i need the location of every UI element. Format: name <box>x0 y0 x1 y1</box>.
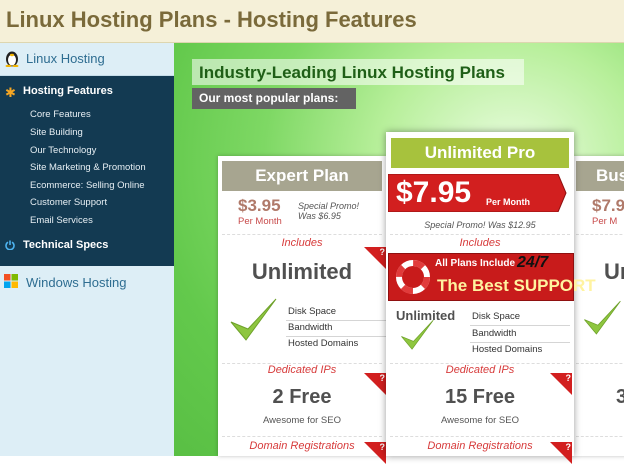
includes-label: Includes <box>281 237 323 249</box>
ips-value: 2 Free <box>272 386 332 408</box>
page-title: Linux Hosting Plans - Hosting Features <box>6 7 417 32</box>
feature-divider <box>286 320 386 321</box>
feature-divider <box>286 336 386 337</box>
lifebuoy-icon <box>396 260 430 294</box>
main-heading: Industry-Leading Linux Hosting Plans <box>192 59 524 85</box>
divider <box>576 363 624 364</box>
feature-divider <box>470 342 570 343</box>
includes-label: Includes <box>459 237 501 249</box>
sidebar-item-our-technology[interactable]: Our Technology <box>30 145 96 156</box>
plan-card-unlimited-pro: Unlimited Pro $7.95 Per Month Special Pr… <box>386 132 596 464</box>
banner-247-text: 24/7 <box>517 254 549 271</box>
sidebar-item-site-building[interactable]: Site Building <box>30 127 83 138</box>
sidebar-item-ecommerce[interactable]: Ecommerce: Selling Online <box>30 180 145 191</box>
plan-name: Unlimited Pro <box>391 138 569 168</box>
sidebar-item-linux-hosting[interactable]: Linux Hosting <box>0 43 174 76</box>
domain-registrations-label: Domain Registrations <box>249 440 355 452</box>
seo-note: Awesome for SEO <box>441 415 519 426</box>
feature-hosted-domains: Hosted Domains <box>472 344 543 355</box>
plan-per-month: Per Month <box>238 216 282 227</box>
power-icon <box>5 240 15 250</box>
sidebar-item-email-services[interactable]: Email Services <box>30 215 93 226</box>
checkmark-icon <box>401 319 434 350</box>
plan-price: $7.95 <box>396 176 472 209</box>
sidebar-item-windows-hosting[interactable]: Windows Hosting <box>0 266 174 300</box>
divider <box>222 234 382 235</box>
sidebar-section-technical-specs[interactable]: Technical Specs <box>23 239 108 251</box>
sidebar: Linux Hosting ✱ Hosting Features Core Fe… <box>0 43 174 456</box>
divider <box>576 436 624 437</box>
plan-per-month: Per M <box>592 216 618 227</box>
sidebar-item-label: Linux Hosting <box>26 51 105 66</box>
sub-heading-text: Our most popular plans: <box>199 91 339 105</box>
banner-top-text: All Plans Include <box>435 258 516 269</box>
promo-text: Special Promo! Was $12.95 <box>424 220 536 230</box>
info-badge[interactable]: ? <box>364 442 386 464</box>
main-heading-text: Industry-Leading Linux Hosting Plans <box>199 63 506 82</box>
storage-value: Ur <box>604 259 624 284</box>
feature-hosted-domains: Hosted Domains <box>288 338 359 349</box>
divider <box>222 436 382 437</box>
seo-note: Awesome for SEO <box>263 415 341 426</box>
divider <box>576 234 624 235</box>
ips-value: 3 <box>616 386 624 408</box>
dedicated-ips-label: Dedicated IPs <box>445 364 515 376</box>
promo-line1: Special Promo! <box>298 201 360 211</box>
info-badge-text: ? <box>565 442 572 452</box>
page-header: Linux Hosting Plans - Hosting Features <box>0 0 624 43</box>
feature-disk-space: Disk Space <box>288 306 337 317</box>
sub-heading: Our most popular plans: <box>192 88 356 109</box>
domain-registrations-label: Domain Registrations <box>427 440 533 452</box>
dedicated-ips-label: Dedicated IPs <box>267 364 337 376</box>
ips-value: 15 Free <box>444 386 516 408</box>
plan-card-business: Bus $7.9 Per M Ur 3 <box>572 156 624 456</box>
windows-icon <box>4 274 18 288</box>
tux-icon <box>5 51 19 67</box>
feature-bandwidth: Bandwidth <box>472 328 517 339</box>
support-banner[interactable]: All Plans Include 24/7 The Best SUPPORT <box>388 253 596 301</box>
plan-card-expert: Expert Plan $3.95 Per Month Special Prom… <box>218 156 386 464</box>
plan-price: $3.95 <box>238 196 281 215</box>
info-badge-text: ? <box>565 373 572 383</box>
storage-value: Unlimited <box>251 259 353 284</box>
info-badge[interactable]: ? <box>550 442 572 464</box>
plan-price: $7.9 <box>592 196 624 215</box>
sidebar-item-site-marketing[interactable]: Site Marketing & Promotion <box>30 162 146 173</box>
feature-disk-space: Disk Space <box>472 311 521 322</box>
divider <box>390 234 570 235</box>
sidebar-item-label: Windows Hosting <box>26 275 127 290</box>
feature-bandwidth: Bandwidth <box>288 322 333 333</box>
star-icon: ✱ <box>5 85 16 100</box>
checkmark-icon <box>230 298 277 341</box>
feature-divider <box>470 325 570 326</box>
info-badge-text: ? <box>379 247 386 257</box>
info-badge-text: ? <box>379 373 386 383</box>
sidebar-item-core-features[interactable]: Core Features <box>30 109 91 120</box>
plan-name: Bus <box>576 161 624 191</box>
sidebar-item-customer-support[interactable]: Customer Support <box>30 197 107 208</box>
promo-line2: Was $6.95 <box>298 211 341 221</box>
sidebar-panel: ✱ Hosting Features Core Features Site Bu… <box>0 76 174 266</box>
sidebar-section-hosting-features[interactable]: Hosting Features <box>23 85 113 97</box>
info-badge-text: ? <box>379 442 386 452</box>
banner-main-text: The Best SUPPORT <box>437 276 596 295</box>
divider <box>390 436 570 437</box>
plan-per-month: Per Month <box>486 197 530 207</box>
checkmark-icon <box>584 300 621 335</box>
plan-name: Expert Plan <box>222 161 382 191</box>
